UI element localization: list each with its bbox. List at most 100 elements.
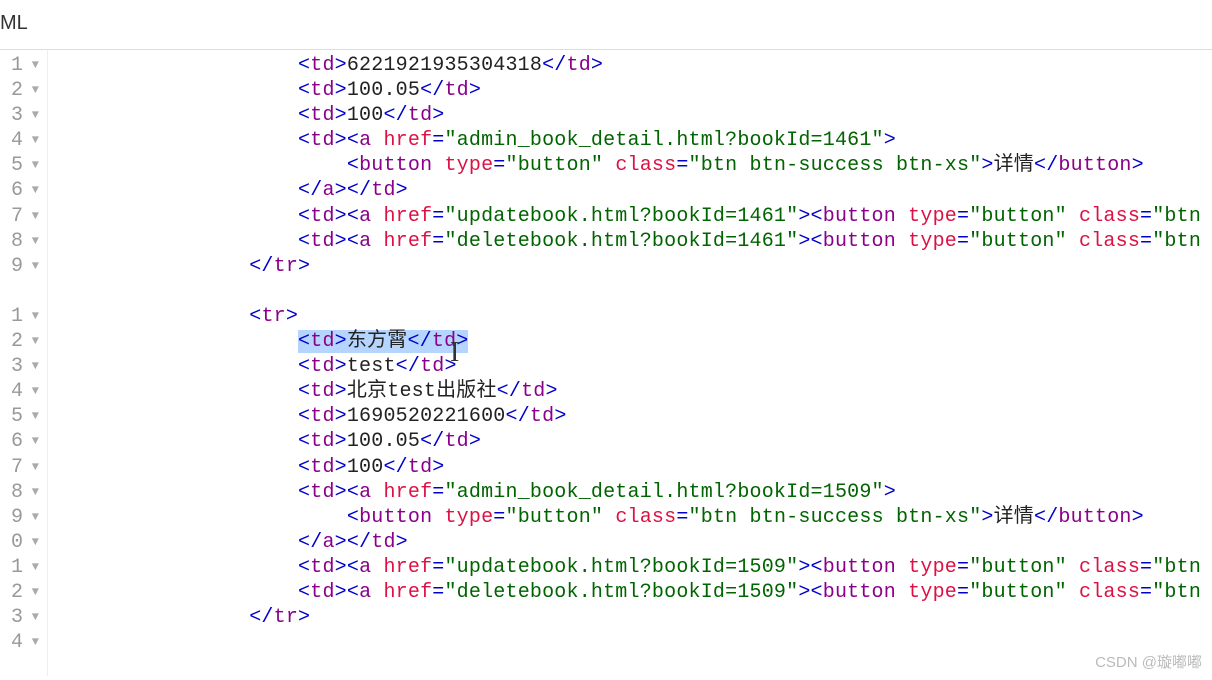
- code-line[interactable]: <td><a href="deletebook.html?bookId=1509…: [54, 580, 1212, 605]
- fold-icon[interactable]: ▼: [29, 429, 39, 454]
- code-line[interactable]: </tr>: [54, 254, 1212, 279]
- code-line[interactable]: <td>6221921935304318</td>: [54, 53, 1212, 78]
- code-line[interactable]: <td>东方霄</td>: [54, 329, 1212, 354]
- fold-icon[interactable]: ▼: [29, 555, 39, 580]
- token-p: ><: [798, 581, 822, 604]
- code-line[interactable]: <td>test</td>: [54, 354, 1212, 379]
- token-attr: href: [383, 481, 432, 504]
- fold-icon[interactable]: ▼: [29, 605, 39, 630]
- token-p: <: [298, 54, 310, 77]
- gutter-line[interactable]: 1▼: [0, 53, 39, 78]
- gutter-line[interactable]: 4▼: [0, 128, 39, 153]
- gutter-line[interactable]: 9▼: [0, 505, 39, 530]
- token-p: >: [396, 531, 408, 554]
- gutter-line[interactable]: 6▼: [0, 178, 39, 203]
- code-line[interactable]: <td>1690520221600</td>: [54, 404, 1212, 429]
- fold-icon[interactable]: ▼: [29, 103, 39, 128]
- code-area[interactable]: <td>6221921935304318</td> <td>100.05</td…: [48, 50, 1212, 676]
- gutter-line[interactable]: 3▼: [0, 354, 39, 379]
- gutter-line[interactable]: 5▼: [0, 404, 39, 429]
- fold-icon[interactable]: ▼: [29, 204, 39, 229]
- code-line[interactable]: </a></td>: [54, 530, 1212, 555]
- line-number: 5: [11, 404, 23, 429]
- token-txt: [371, 205, 383, 228]
- token-p: ></: [335, 179, 372, 202]
- token-tag: td: [310, 104, 334, 127]
- fold-icon[interactable]: ▼: [29, 354, 39, 379]
- gutter-line[interactable]: 1▼: [0, 555, 39, 580]
- gutter-line[interactable]: [0, 279, 39, 304]
- fold-icon[interactable]: ▼: [29, 229, 39, 254]
- code-line[interactable]: <td><a href="deletebook.html?bookId=1461…: [54, 229, 1212, 254]
- gutter-line[interactable]: 2▼: [0, 580, 39, 605]
- fold-icon[interactable]: ▼: [29, 530, 39, 555]
- code-line[interactable]: <td>100</td>: [54, 103, 1212, 128]
- token-p: </: [396, 355, 420, 378]
- token-p: >: [432, 104, 444, 127]
- token-p: =: [676, 506, 688, 529]
- gutter-line[interactable]: 8▼: [0, 480, 39, 505]
- gutter-line[interactable]: 8▼: [0, 229, 39, 254]
- code-line[interactable]: <td>100.05</td>: [54, 78, 1212, 103]
- code-line[interactable]: <td><a href="admin_book_detail.html?book…: [54, 480, 1212, 505]
- code-line[interactable]: [54, 630, 1212, 655]
- code-line[interactable]: [54, 655, 1212, 676]
- token-p: <: [298, 581, 310, 604]
- fold-icon[interactable]: ▼: [29, 153, 39, 178]
- code-line[interactable]: <td>北京test出版社</td>: [54, 379, 1212, 404]
- gutter-line[interactable]: 7▼: [0, 204, 39, 229]
- fold-icon[interactable]: ▼: [29, 128, 39, 153]
- gutter-line[interactable]: 3▼: [0, 103, 39, 128]
- token-p: ><: [798, 230, 822, 253]
- line-number: 7: [11, 204, 23, 229]
- fold-icon[interactable]: ▼: [29, 505, 39, 530]
- code-line[interactable]: </a></td>: [54, 178, 1212, 203]
- fold-icon[interactable]: ▼: [29, 379, 39, 404]
- fold-icon[interactable]: ▼: [29, 78, 39, 103]
- code-editor[interactable]: 1▼2▼3▼4▼5▼6▼7▼8▼9▼1▼2▼3▼4▼5▼6▼7▼8▼9▼0▼1▼…: [0, 50, 1212, 676]
- line-number: 1: [11, 53, 23, 78]
- token-txt: 100.05: [347, 79, 420, 102]
- code-line[interactable]: </tr>: [54, 605, 1212, 630]
- fold-icon[interactable]: ▼: [29, 580, 39, 605]
- gutter-line[interactable]: 3▼: [0, 605, 39, 630]
- fold-icon[interactable]: ▼: [29, 304, 39, 329]
- gutter-line[interactable]: 5▼: [0, 153, 39, 178]
- gutter-line[interactable]: 6▼: [0, 429, 39, 454]
- code-line[interactable]: <td><a href="updatebook.html?bookId=1509…: [54, 555, 1212, 580]
- token-tag: a: [322, 179, 334, 202]
- code-line[interactable]: <td>100</td>: [54, 455, 1212, 480]
- token-tag: td: [432, 330, 456, 353]
- token-p: >: [591, 54, 603, 77]
- code-line[interactable]: <button type="button" class="btn btn-suc…: [54, 505, 1212, 530]
- fold-icon[interactable]: ▼: [29, 480, 39, 505]
- fold-icon[interactable]: ▼: [29, 53, 39, 78]
- gutter-line[interactable]: 2▼: [0, 78, 39, 103]
- line-number-gutter[interactable]: 1▼2▼3▼4▼5▼6▼7▼8▼9▼1▼2▼3▼4▼5▼6▼7▼8▼9▼0▼1▼…: [0, 50, 48, 676]
- fold-icon[interactable]: ▼: [29, 630, 39, 655]
- token-tag: td: [310, 330, 334, 353]
- gutter-line[interactable]: 2▼: [0, 329, 39, 354]
- gutter-line[interactable]: 4▼: [0, 379, 39, 404]
- code-line[interactable]: <td><a href="updatebook.html?bookId=1461…: [54, 204, 1212, 229]
- fold-icon[interactable]: ▼: [29, 254, 39, 279]
- token-p: </: [1034, 506, 1058, 529]
- code-line[interactable]: <tr>: [54, 304, 1212, 329]
- code-line[interactable]: <td>100.05</td>: [54, 429, 1212, 454]
- code-line[interactable]: <button type="button" class="btn btn-suc…: [54, 153, 1212, 178]
- gutter-line[interactable]: [0, 655, 39, 680]
- fold-icon[interactable]: ▼: [29, 404, 39, 429]
- code-line[interactable]: [54, 279, 1212, 304]
- gutter-line[interactable]: 4▼: [0, 630, 39, 655]
- token-p: =: [432, 129, 444, 152]
- fold-icon[interactable]: ▼: [29, 178, 39, 203]
- gutter-line[interactable]: 9▼: [0, 254, 39, 279]
- token-p: >: [335, 456, 347, 479]
- code-line[interactable]: <td><a href="admin_book_detail.html?book…: [54, 128, 1212, 153]
- fold-icon[interactable]: ▼: [29, 455, 39, 480]
- gutter-line[interactable]: 7▼: [0, 455, 39, 480]
- token-p: </: [249, 606, 273, 629]
- gutter-line[interactable]: 0▼: [0, 530, 39, 555]
- gutter-line[interactable]: 1▼: [0, 304, 39, 329]
- fold-icon[interactable]: ▼: [29, 329, 39, 354]
